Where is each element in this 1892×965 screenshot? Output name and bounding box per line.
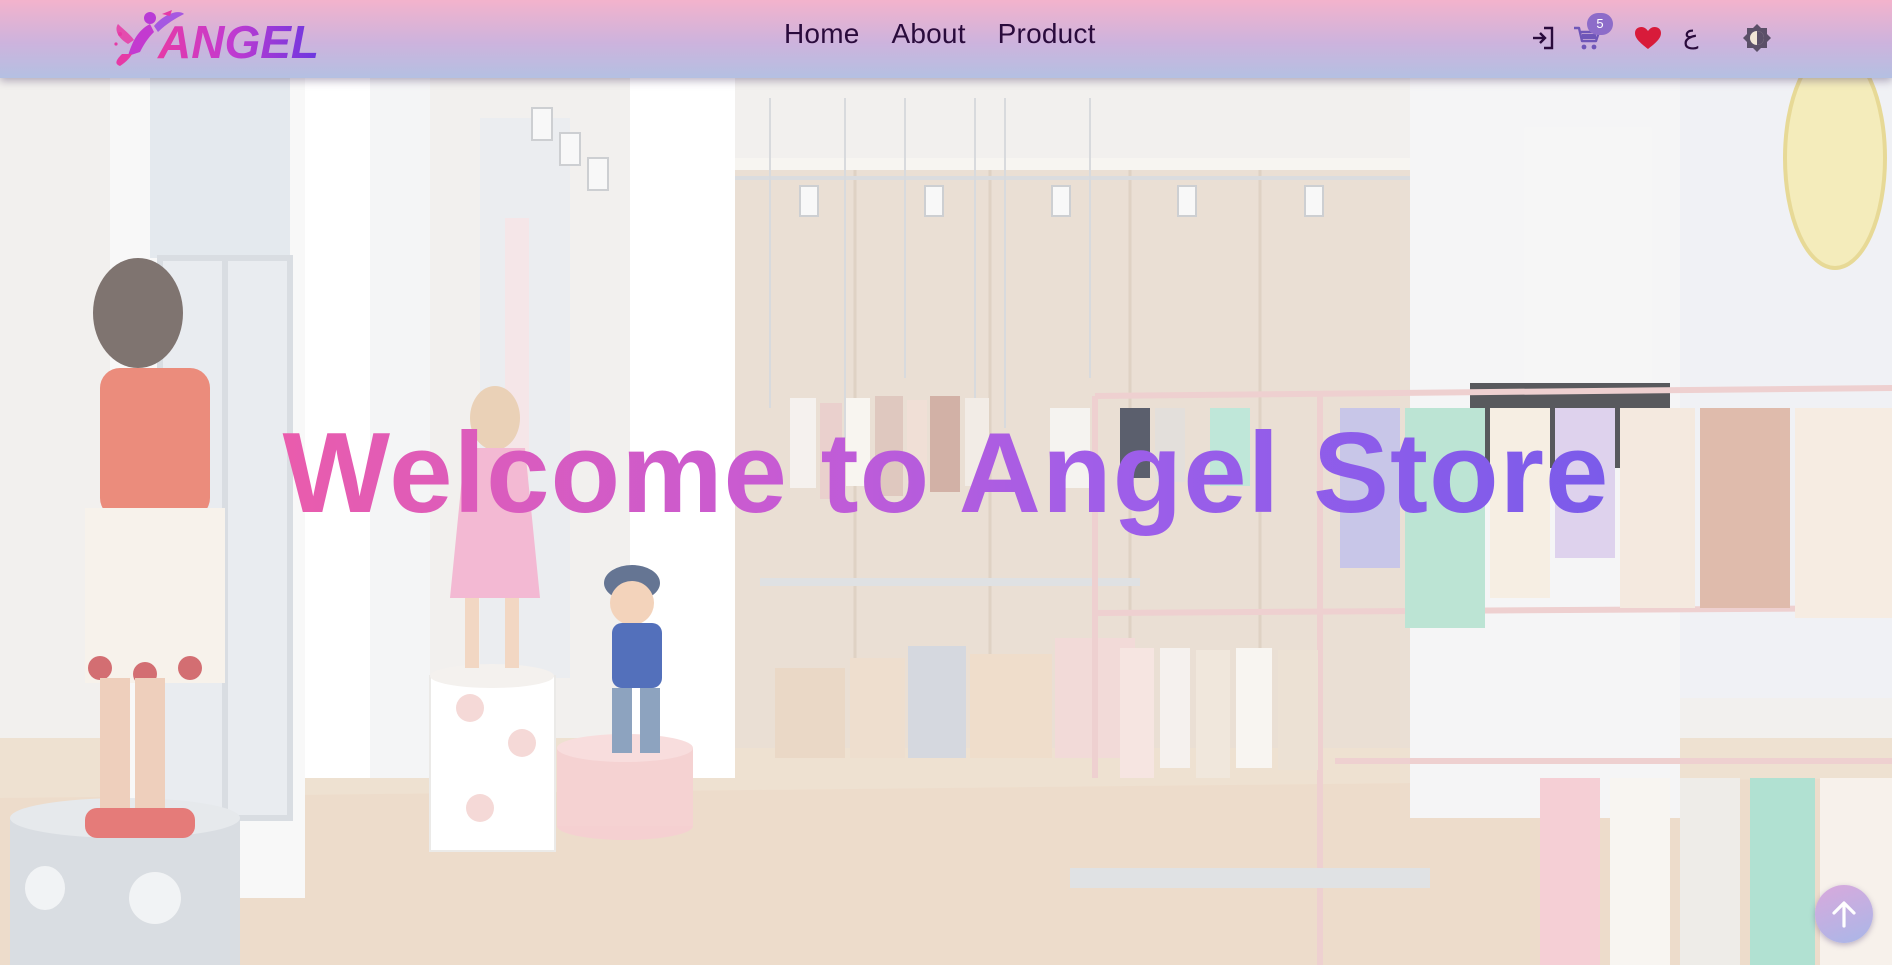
main-nav: Home About Product — [784, 18, 1096, 50]
cart-count-badge: 5 — [1587, 13, 1613, 35]
hero-section: Welcome to Angel Store — [0, 78, 1892, 965]
heart-icon[interactable] — [1634, 26, 1662, 50]
hero-title: Welcome to Angel Store — [0, 408, 1892, 539]
back-to-top-button[interactable] — [1815, 885, 1873, 943]
navbar: ANGEL Home About Product 5 ع — [0, 0, 1892, 78]
logo-text: ANGEL — [157, 16, 319, 68]
nav-link-product[interactable]: Product — [998, 18, 1096, 50]
angel-logo[interactable]: ANGEL — [110, 4, 350, 70]
language-toggle[interactable]: ع — [1683, 20, 1699, 50]
arrow-up-icon — [1832, 901, 1856, 928]
login-icon[interactable] — [1530, 25, 1556, 51]
theme-toggle-icon[interactable] — [1742, 23, 1772, 53]
nav-link-about[interactable]: About — [892, 18, 966, 50]
nav-link-home[interactable]: Home — [784, 18, 860, 50]
